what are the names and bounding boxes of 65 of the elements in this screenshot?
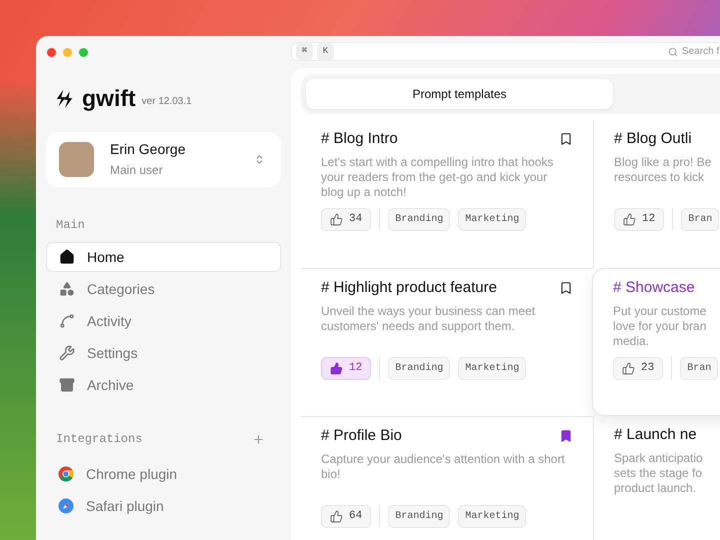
- like-button[interactable]: 64: [321, 504, 372, 528]
- tag[interactable]: Branding: [388, 356, 450, 380]
- bookmark-icon[interactable]: [559, 132, 573, 146]
- search-field[interactable]: Search f: [660, 44, 720, 59]
- bookmark-icon[interactable]: [559, 281, 573, 296]
- avatar-placeholder: [59, 142, 94, 177]
- compass-icon: [58, 498, 74, 514]
- tag[interactable]: Bran: [681, 208, 720, 230]
- section-heading: Integrations: [56, 431, 142, 448]
- tab[interactable]: Prompt templates: [306, 79, 613, 109]
- nav-icon: [59, 249, 75, 265]
- tag[interactable]: Marketing: [458, 208, 526, 230]
- add-icon[interactable]: [252, 432, 265, 446]
- nav-item[interactable]: Home: [46, 242, 281, 272]
- zoom-window-button[interactable]: [79, 48, 88, 57]
- search-icon: [668, 46, 678, 56]
- thumbs-up-icon: [622, 362, 635, 374]
- user-role: Main user: [110, 162, 164, 178]
- like-button[interactable]: 23: [613, 356, 664, 380]
- template-description: Unveil the ways your business can meet customers' needs and support them.: [321, 304, 536, 334]
- nav-item[interactable]: Settings: [46, 338, 281, 368]
- key-cap: ⌘: [296, 43, 313, 60]
- section-heading: Main: [55, 217, 86, 234]
- like-button[interactable]: 12: [321, 356, 372, 380]
- key-cap: K: [317, 43, 334, 60]
- template-description: Put your custome love for your bran media.: [613, 304, 708, 348]
- template-title[interactable]: # Showcase: [613, 277, 695, 300]
- tag[interactable]: Bran: [680, 356, 718, 380]
- user-card[interactable]: Erin George Main user: [46, 132, 281, 187]
- chrome-icon: [58, 466, 74, 482]
- nav-icon: [59, 313, 75, 329]
- template-title[interactable]: # Launch ne: [614, 424, 697, 446]
- nav-icon: [59, 345, 75, 361]
- tag[interactable]: Marketing: [458, 356, 526, 380]
- nav-item[interactable]: Categories: [46, 274, 281, 304]
- template-title[interactable]: # Blog Intro: [321, 128, 398, 150]
- tag[interactable]: Branding: [388, 504, 450, 528]
- like-button[interactable]: 12: [614, 208, 664, 230]
- template-title[interactable]: # Blog Outli: [614, 128, 692, 150]
- nav-item[interactable]: Activity: [46, 306, 281, 336]
- template-description: Let's start with a compelling intro that hooks your readers from the get-go and kick your blog up a notch!: [321, 154, 554, 200]
- version-label: ver 12.03.1: [142, 95, 192, 109]
- template-card[interactable]: # Showcase Put your custome love for your bran media. 23 Bran: [592, 268, 720, 416]
- nav-icon: [59, 377, 75, 393]
- tag[interactable]: Branding: [388, 208, 450, 230]
- template-description: Spark anticipatio sets the stage fo product launch.: [614, 450, 704, 496]
- template-description: Blog like a pro! Be resources to kick: [614, 154, 712, 186]
- user-name: Erin George: [110, 141, 186, 159]
- brand-name: gwift: [82, 87, 136, 110]
- close-window-button[interactable]: [47, 48, 56, 57]
- template-description: Capture your audience's attention with a short bio!: [321, 452, 566, 482]
- nav-icon: [59, 281, 75, 297]
- thumbs-up-icon: [330, 510, 343, 522]
- template-title[interactable]: # Highlight product feature: [321, 277, 497, 300]
- thumbs-up-icon: [330, 362, 343, 374]
- tag[interactable]: Marketing: [458, 504, 526, 528]
- thumbs-up-icon: [330, 212, 343, 226]
- thumbs-up-icon: [623, 212, 636, 226]
- sort-arrows-icon[interactable]: [254, 154, 265, 165]
- integration-item[interactable]: Safari plugin: [46, 494, 281, 518]
- template-title[interactable]: # Profile Bio: [321, 425, 402, 448]
- nav-item[interactable]: Archive: [46, 370, 281, 400]
- bookmark-icon[interactable]: [559, 429, 573, 444]
- like-button[interactable]: 34: [321, 208, 372, 230]
- integration-item[interactable]: Chrome plugin: [46, 462, 281, 486]
